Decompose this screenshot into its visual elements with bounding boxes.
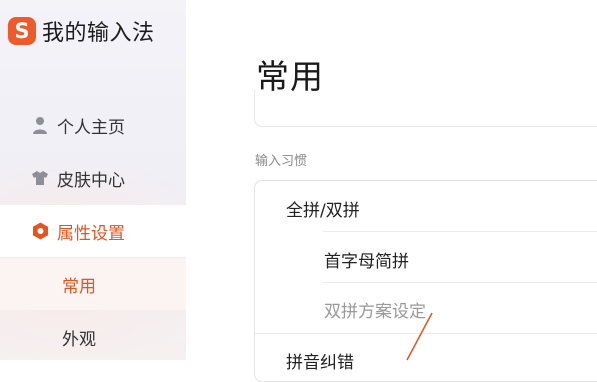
divider <box>323 282 597 283</box>
sidebar: S 我的输入法 个人主页 皮肤中心 属性设置 常用 外观 <box>0 0 186 360</box>
brand: S 我的输入法 <box>8 14 155 48</box>
hexagon-settings-icon <box>31 222 49 240</box>
section-label: 输入习惯 <box>255 154 308 169</box>
sidebar-item-label: 属性设置 <box>57 223 125 244</box>
sidebar-subitem-label: 外观 <box>62 329 96 350</box>
sidebar-subitem-label: 常用 <box>62 276 96 297</box>
sidebar-item-label: 皮肤中心 <box>57 170 125 191</box>
sidebar-item-label: 个人主页 <box>57 117 125 138</box>
main-panel: 常用 输入习惯 全拼/双拼 首字母简拼 双拼方案设定 拼音纠错 <box>186 0 597 382</box>
user-icon <box>31 116 49 134</box>
sidebar-item-skins[interactable]: 皮肤中心 <box>0 152 186 204</box>
previous-settings-card <box>254 90 597 127</box>
app-logo-icon: S <box>8 17 36 45</box>
shirt-icon <box>31 169 49 187</box>
sidebar-item-settings[interactable]: 属性设置 <box>0 205 186 257</box>
sidebar-item-profile[interactable]: 个人主页 <box>0 99 186 151</box>
sidebar-subitem-general[interactable]: 常用 <box>0 258 186 310</box>
initial-abbreviation-option[interactable]: 首字母简拼 <box>324 247 409 272</box>
sidebar-subitem-appearance[interactable]: 外观 <box>0 311 186 360</box>
divider <box>323 231 597 232</box>
red-stroke-mark <box>406 312 433 361</box>
pinyin-correction-option[interactable]: 拼音纠错 <box>286 348 354 373</box>
full-double-pinyin-option[interactable]: 全拼/双拼 <box>286 196 360 221</box>
app-name: 我的输入法 <box>42 21 155 46</box>
